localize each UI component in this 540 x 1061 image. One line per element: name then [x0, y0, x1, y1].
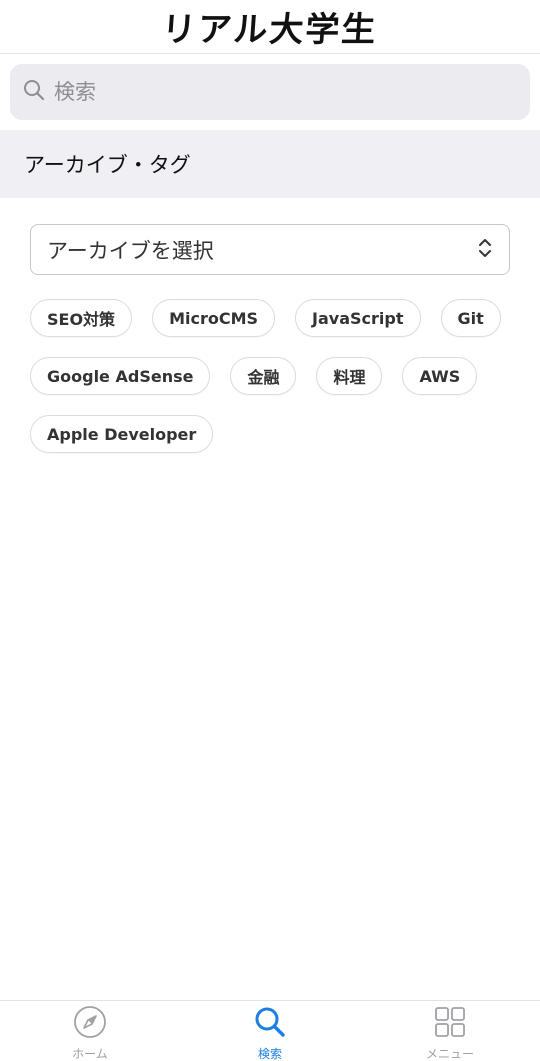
tab-menu[interactable]: メニュー: [360, 1001, 540, 1061]
tag-item[interactable]: AWS: [402, 357, 478, 395]
grid-icon: [433, 1005, 467, 1043]
tag-list: SEO対策 MicroCMS JavaScript Git Google AdS…: [30, 299, 510, 453]
site-logo[interactable]: リアル大学生: [160, 2, 379, 51]
tag-item[interactable]: Apple Developer: [30, 415, 214, 453]
bottom-tab-bar: ホーム 検索 メニュー: [0, 1000, 540, 1061]
tag-item[interactable]: Git: [440, 299, 501, 337]
tab-search-label: 検索: [257, 1047, 282, 1061]
tag-item[interactable]: 料理: [316, 357, 383, 395]
tag-item[interactable]: 金融: [230, 357, 297, 395]
search-icon: [253, 1005, 287, 1043]
tab-menu-label: メニュー: [425, 1047, 474, 1061]
tab-search[interactable]: 検索: [180, 1001, 360, 1061]
tag-item[interactable]: MicroCMS: [152, 299, 276, 337]
compass-icon: [73, 1005, 107, 1043]
tag-item[interactable]: SEO対策: [30, 299, 133, 337]
site-header: リアル大学生: [0, 0, 540, 54]
section-header: アーカイブ・タグ: [0, 130, 540, 198]
archive-select-value: アーカイブを選択: [47, 238, 214, 263]
archive-select[interactable]: アーカイブを選択: [30, 224, 510, 275]
app-screen: リアル大学生 アーカイブ・タグ アーカイブを選択 SEO対策 MicroCMS: [0, 0, 540, 1061]
chevron-updown-icon: [477, 236, 493, 264]
search-bar: [10, 64, 530, 120]
section-title: アーカイブ・タグ: [24, 153, 191, 177]
tag-item[interactable]: JavaScript: [295, 299, 421, 337]
tab-home[interactable]: ホーム: [0, 1001, 180, 1061]
search-input[interactable]: [54, 80, 494, 104]
tag-item[interactable]: Google AdSense: [30, 357, 211, 395]
tab-home-label: ホーム: [72, 1047, 108, 1061]
search-box[interactable]: [10, 64, 530, 120]
search-icon: [22, 78, 46, 106]
